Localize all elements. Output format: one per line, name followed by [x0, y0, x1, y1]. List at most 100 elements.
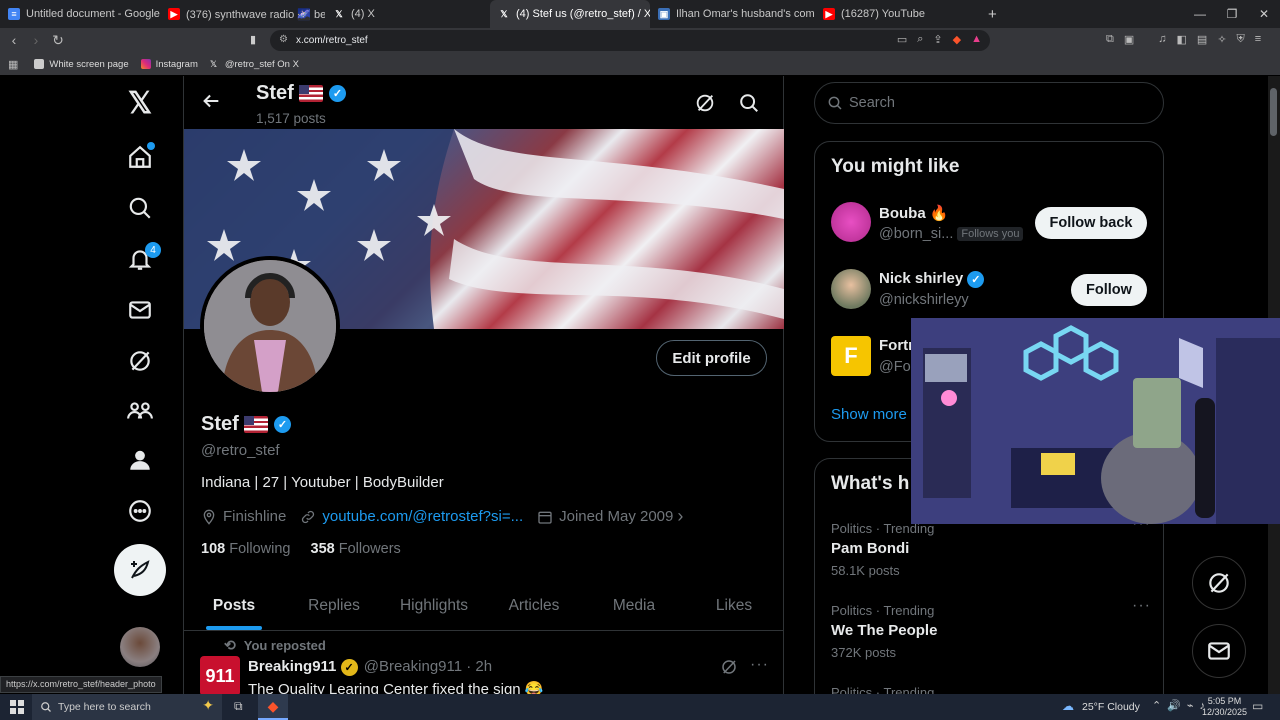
- browser-tab-active[interactable]: 𝕏 (4) Stef us (@retro_stef) / X ✕: [490, 0, 650, 28]
- wallet-icon[interactable]: ▤: [1197, 33, 1207, 46]
- apps-icon[interactable]: ▦: [8, 58, 18, 71]
- tab-highlights[interactable]: Highlights: [384, 581, 484, 630]
- browser-tab[interactable]: ▶ (16287) YouTube: [815, 0, 980, 28]
- taskbar-search-input[interactable]: Type here to search ✦: [32, 694, 222, 720]
- leo-icon[interactable]: ✧: [1217, 33, 1226, 46]
- post-author-avatar[interactable]: 911: [200, 656, 240, 694]
- screenshot-icon[interactable]: ▣: [1124, 33, 1134, 46]
- trend-more-icon[interactable]: ···: [1132, 597, 1151, 615]
- grok-icon[interactable]: [125, 346, 155, 376]
- reload-icon[interactable]: ↻: [50, 32, 66, 49]
- tab-media[interactable]: Media: [584, 581, 684, 630]
- brave-icon: ◆: [267, 697, 279, 714]
- weather-text[interactable]: 25°F Cloudy: [1082, 701, 1140, 713]
- fortnite-logo-icon[interactable]: F: [831, 336, 871, 376]
- suggestion-avatar[interactable]: [831, 202, 871, 242]
- search-profile-icon[interactable]: [738, 92, 760, 119]
- messages-icon[interactable]: [125, 295, 155, 325]
- task-view-icon[interactable]: ⧉: [234, 699, 243, 714]
- extensions-icon[interactable]: ⧉: [1106, 33, 1114, 46]
- compose-post-button[interactable]: [114, 544, 166, 596]
- sidebar-toggle-icon[interactable]: ◧: [1177, 33, 1187, 46]
- suggestion-name[interactable]: Bouba 🔥: [879, 204, 949, 222]
- post-more-icon[interactable]: ···: [750, 656, 769, 674]
- account-avatar[interactable]: [120, 627, 160, 667]
- site-info-icon[interactable]: ⚙: [279, 34, 288, 45]
- url-actions: ▭ ⌕ ⇪ ◆ ▲: [897, 33, 982, 46]
- close-window-icon[interactable]: ✕: [1248, 7, 1280, 21]
- browser-tab[interactable]: ▣ Ilhan Omar's husband's companies: [650, 0, 815, 28]
- browser-tab[interactable]: 𝕏 (4) X: [325, 0, 490, 28]
- communities-icon[interactable]: [125, 396, 155, 426]
- new-tab-button[interactable]: +: [980, 0, 1004, 28]
- back-icon[interactable]: ‹: [6, 32, 22, 49]
- followers-link[interactable]: 358 Followers: [311, 541, 401, 557]
- more-icon[interactable]: [125, 496, 155, 526]
- verified-badge-icon: ✓: [967, 270, 985, 288]
- back-arrow-icon[interactable]: [200, 90, 222, 117]
- grok-float-button[interactable]: [1192, 556, 1246, 610]
- trend-category: Politics · Trending: [831, 603, 935, 618]
- cast-icon[interactable]: ▭: [897, 33, 907, 46]
- follow-back-button[interactable]: Follow back: [1035, 207, 1147, 239]
- grok-profile-icon[interactable]: [694, 92, 716, 119]
- windows-start-icon[interactable]: [10, 700, 24, 717]
- profile-avatar[interactable]: [200, 256, 340, 396]
- url-field[interactable]: ⚙ x.com/retro_stef ▭ ⌕ ⇪ ◆ ▲: [270, 30, 990, 51]
- suggestion-handle: @nickshirleyy: [879, 292, 969, 308]
- menu-icon[interactable]: ≡: [1255, 33, 1261, 46]
- post-author-handle[interactable]: @Breaking911: [364, 658, 462, 675]
- scrollbar-thumb[interactable]: [1270, 88, 1277, 136]
- brave-rewards-icon[interactable]: ▲: [971, 33, 982, 46]
- grok-post-icon[interactable]: [720, 658, 738, 681]
- post-time[interactable]: 2h: [475, 658, 492, 675]
- tab-likes[interactable]: Likes: [684, 581, 784, 630]
- trend-item[interactable]: Politics · Trending Pam Bondi 58.1K post…: [831, 515, 1151, 578]
- show-more-link[interactable]: Show more: [831, 406, 907, 423]
- follow-button[interactable]: Follow: [1071, 274, 1147, 306]
- x-logo-icon[interactable]: 𝕏: [125, 87, 155, 120]
- explore-icon[interactable]: [125, 193, 155, 223]
- post-text: The Quality Learing Center fixed the sig…: [248, 681, 544, 694]
- zoom-icon[interactable]: ⌕: [917, 33, 923, 46]
- profile-tabs: Posts Replies Highlights Articles Media …: [184, 581, 784, 631]
- tab-posts[interactable]: Posts: [184, 581, 284, 630]
- trend-item[interactable]: Politics · Trending We The People 372K p…: [831, 597, 1151, 660]
- following-link[interactable]: 108 Following: [201, 541, 290, 557]
- suggestion-name[interactable]: Nick shirley: [879, 270, 963, 287]
- share-icon[interactable]: ⇪: [933, 33, 942, 46]
- us-flag-icon: [299, 85, 324, 103]
- chevron-right-icon[interactable]: ›: [677, 506, 683, 527]
- bookmark-item[interactable]: 𝕏 @retro_stef On X: [210, 59, 299, 70]
- trend-item[interactable]: Politics · Trending: [831, 685, 1151, 694]
- forward-icon[interactable]: ›: [28, 32, 44, 49]
- notification-center-icon[interactable]: ▭: [1252, 699, 1263, 713]
- feather-icon: [131, 560, 150, 579]
- vpn-icon[interactable]: ⛨: [1237, 33, 1245, 46]
- notifications-icon[interactable]: 4: [125, 242, 161, 274]
- media-icon[interactable]: ♫: [1158, 33, 1166, 46]
- taskbar-clock[interactable]: 5:05 PM 12/30/2025: [1202, 696, 1247, 718]
- brave-shield-icon[interactable]: ◆: [953, 33, 961, 46]
- browser-tab[interactable]: ▶ (376) synthwave radio 🌌 beats: [160, 0, 325, 28]
- browser-tab[interactable]: ≡ Untitled document - Google Docs: [0, 0, 160, 28]
- unread-dot: [147, 142, 155, 150]
- search-input[interactable]: Search: [814, 82, 1164, 124]
- tab-articles[interactable]: Articles: [484, 581, 584, 630]
- messages-float-button[interactable]: [1192, 624, 1246, 678]
- restore-icon[interactable]: ❐: [1216, 7, 1248, 21]
- bookmark-icon[interactable]: ▮: [250, 33, 256, 46]
- post-author-name[interactable]: Breaking911: [248, 658, 336, 675]
- suggestion-avatar[interactable]: [831, 269, 871, 309]
- header-name: Stef: [256, 82, 294, 104]
- tab-replies[interactable]: Replies: [284, 581, 384, 630]
- bookmark-item[interactable]: White screen page: [34, 59, 129, 70]
- instagram-icon: [140, 59, 151, 69]
- profile-link[interactable]: youtube.com/@retrostef?si=...: [322, 508, 523, 525]
- home-icon[interactable]: [125, 142, 155, 172]
- edit-profile-button[interactable]: Edit profile: [656, 340, 767, 376]
- brave-taskbar-icon[interactable]: ◆: [258, 694, 288, 720]
- minimize-icon[interactable]: —: [1184, 7, 1216, 21]
- profile-icon[interactable]: [125, 445, 155, 475]
- bookmark-item[interactable]: Instagram: [140, 59, 198, 70]
